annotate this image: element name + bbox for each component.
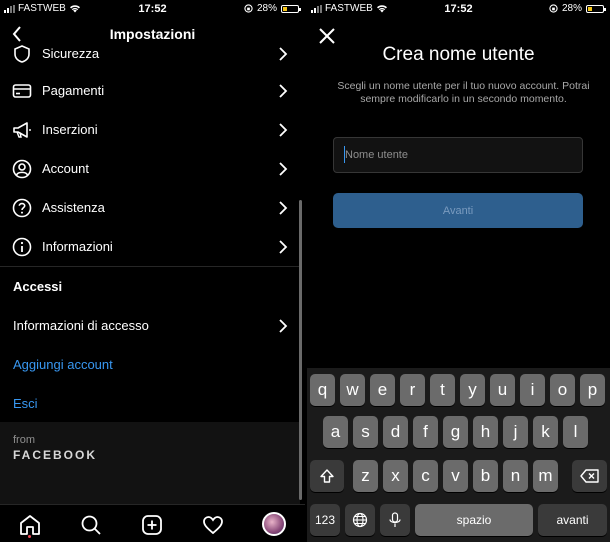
key-m[interactable]: m (533, 460, 558, 492)
key-k[interactable]: k (533, 416, 558, 448)
add-account-link[interactable]: Aggiungi account (13, 357, 113, 372)
search-icon[interactable] (79, 513, 103, 537)
battery-icon (281, 4, 301, 13)
menu-item-label: Informazioni (42, 239, 113, 254)
key-f[interactable]: f (413, 416, 438, 448)
key-x[interactable]: x (383, 460, 408, 492)
text-cursor (344, 146, 345, 163)
key-g[interactable]: g (443, 416, 468, 448)
keyboard: q w e r t y u i o p a s d f g h j k l z … (307, 368, 610, 542)
orientation-lock-icon (549, 4, 558, 13)
status-bar: FASTWEB 17:52 28% (0, 0, 305, 18)
add-icon[interactable] (140, 513, 164, 537)
menu-item-label: Sicurezza (42, 46, 100, 61)
notification-dot (28, 535, 31, 538)
megaphone-icon (13, 121, 31, 138)
menu-item-sicurezza[interactable]: Sicurezza (0, 34, 300, 73)
key-b[interactable]: b (473, 460, 498, 492)
microphone-key[interactable] (380, 504, 410, 536)
logout-link[interactable]: Esci (13, 396, 38, 411)
key-o[interactable]: o (550, 374, 575, 406)
chevron-right-icon (279, 200, 288, 215)
chevron-right-icon (279, 161, 288, 176)
home-icon[interactable] (18, 513, 42, 537)
menu-item-login-info[interactable]: Informazioni di accesso (0, 306, 300, 345)
from-label: from (13, 434, 35, 446)
scrollbar[interactable] (299, 200, 302, 500)
chevron-right-icon (279, 239, 288, 254)
facebook-wordmark: FACEBOOK (13, 448, 98, 462)
key-p[interactable]: p (580, 374, 605, 406)
key-u[interactable]: u (490, 374, 515, 406)
next-button[interactable]: Avanti (333, 193, 583, 228)
username-input[interactable] (333, 137, 583, 173)
key-j[interactable]: j (503, 416, 528, 448)
key-r[interactable]: r (400, 374, 425, 406)
menu-item-label: Inserzioni (42, 122, 98, 137)
menu-item-pagamenti[interactable]: Pagamenti (0, 71, 300, 110)
key-i[interactable]: i (520, 374, 545, 406)
key-l[interactable]: l (563, 416, 588, 448)
numbers-key[interactable]: 123 (310, 504, 340, 536)
space-key[interactable]: spazio (415, 504, 533, 536)
account-icon (12, 159, 32, 178)
create-username-screen: FASTWEB 17:52 28% Crea nome utente Scegl… (307, 0, 610, 542)
menu-item-account[interactable]: Account (0, 149, 300, 188)
shift-icon (320, 469, 334, 483)
globe-key[interactable] (345, 504, 375, 536)
battery-percent: 28% (256, 3, 277, 14)
menu-item-label: Assistenza (42, 200, 105, 215)
key-n[interactable]: n (503, 460, 528, 492)
return-key[interactable]: avanti (538, 504, 607, 536)
key-q[interactable]: q (310, 374, 335, 406)
key-v[interactable]: v (443, 460, 468, 492)
shield-icon (14, 44, 30, 63)
key-y[interactable]: y (460, 374, 485, 406)
bottom-tab-bar (0, 504, 305, 542)
key-e[interactable]: e (370, 374, 395, 406)
battery-icon (586, 4, 606, 13)
key-w[interactable]: w (340, 374, 365, 406)
heart-icon[interactable] (201, 513, 225, 537)
menu-item-label: Account (42, 161, 89, 176)
card-icon (12, 83, 32, 98)
close-icon[interactable] (317, 26, 337, 46)
profile-avatar[interactable] (262, 512, 286, 536)
key-t[interactable]: t (430, 374, 455, 406)
battery-percent: 28% (561, 3, 582, 14)
section-title-accessi: Accessi (13, 279, 63, 294)
key-a[interactable]: a (323, 416, 348, 448)
key-z[interactable]: z (353, 460, 378, 492)
chevron-right-icon (279, 122, 288, 137)
microphone-icon (389, 512, 401, 527)
page-title: Crea nome utente (382, 44, 535, 65)
globe-icon (352, 512, 368, 528)
help-icon (12, 198, 32, 217)
menu-item-assistenza[interactable]: Assistenza (0, 188, 300, 227)
page-subtitle: Scegli un nome utente per il tuo nuovo a… (337, 80, 590, 105)
menu-item-informazioni[interactable]: Informazioni (0, 227, 300, 266)
orientation-lock-icon (244, 4, 253, 13)
settings-screen: FASTWEB 17:52 28% Impostazioni Sicurezza… (0, 0, 305, 542)
backspace-key[interactable] (572, 460, 607, 492)
menu-item-label: Pagamenti (42, 83, 105, 98)
facebook-footer: from FACEBOOK (0, 422, 300, 504)
menu-item-label: Informazioni di accesso (13, 318, 149, 333)
key-c[interactable]: c (413, 460, 438, 492)
chevron-right-icon (279, 83, 288, 98)
shift-key[interactable] (310, 460, 344, 492)
key-s[interactable]: s (353, 416, 378, 448)
chevron-right-icon (279, 46, 288, 61)
info-icon (12, 237, 32, 256)
status-bar: FASTWEB 17:52 28% (307, 0, 610, 18)
divider (0, 266, 300, 267)
menu-item-inserzioni[interactable]: Inserzioni (0, 110, 300, 149)
key-d[interactable]: d (383, 416, 408, 448)
chevron-right-icon (279, 318, 288, 333)
backspace-icon (579, 469, 599, 483)
key-h[interactable]: h (473, 416, 498, 448)
